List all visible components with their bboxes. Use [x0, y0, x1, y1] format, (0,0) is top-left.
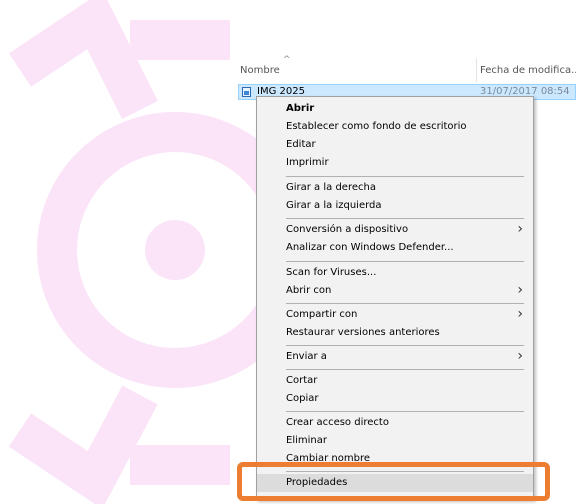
- menu-separator: [286, 176, 524, 177]
- menu-item-label: Copiar: [286, 393, 319, 404]
- menu-item-abrir[interactable]: Abrir: [257, 100, 533, 118]
- menu-item-label: Abrir con: [286, 285, 332, 296]
- menu-item-scan-viruses[interactable]: Scan for Viruses...: [257, 264, 533, 282]
- menu-item-label: Scan for Viruses...: [286, 267, 377, 278]
- menu-separator: [286, 345, 524, 346]
- menu-separator: [286, 218, 524, 219]
- menu-item-label: Analizar con Windows Defender...: [286, 242, 454, 253]
- menu-item-imprimir[interactable]: Imprimir: [257, 154, 533, 172]
- menu-item-enviar-a[interactable]: Enviar a ›: [257, 348, 533, 366]
- menu-item-copiar[interactable]: Copiar: [257, 390, 533, 408]
- column-header-name[interactable]: Nombre: [240, 62, 280, 80]
- menu-item-compartir-con[interactable]: Compartir con ›: [257, 306, 533, 324]
- menu-item-editar[interactable]: Editar: [257, 136, 533, 154]
- menu-item-label: Abrir: [286, 103, 315, 114]
- menu-item-analizar-defender[interactable]: Analizar con Windows Defender...: [257, 239, 533, 257]
- menu-item-label: Establecer como fondo de escritorio: [286, 121, 467, 132]
- menu-item-label: Eliminar: [286, 435, 327, 446]
- menu-item-label: Editar: [286, 139, 316, 150]
- menu-item-label: Imprimir: [286, 157, 329, 168]
- menu-item-label: Girar a la derecha: [286, 182, 376, 193]
- image-file-icon: [242, 87, 251, 97]
- menu-item-label: Girar a la izquierda: [286, 200, 382, 211]
- menu-item-label: Conversión a dispositivo: [286, 224, 409, 235]
- menu-separator: [286, 303, 524, 304]
- menu-item-crear-acceso-directo[interactable]: Crear acceso directo: [257, 414, 533, 432]
- submenu-arrow-icon: ›: [517, 221, 523, 237]
- submenu-arrow-icon: ›: [517, 282, 523, 298]
- menu-item-label: Crear acceso directo: [286, 417, 389, 428]
- menu-item-cortar[interactable]: Cortar: [257, 372, 533, 390]
- menu-item-girar-derecha[interactable]: Girar a la derecha: [257, 179, 533, 197]
- menu-item-label: Compartir con: [286, 309, 358, 320]
- sort-ascending-icon: ^: [283, 55, 291, 65]
- menu-item-conversion-dispositivo[interactable]: Conversión a dispositivo ›: [257, 221, 533, 239]
- menu-separator: [286, 369, 524, 370]
- menu-item-abrir-con[interactable]: Abrir con ›: [257, 282, 533, 300]
- submenu-arrow-icon: ›: [517, 348, 523, 364]
- column-divider[interactable]: [476, 58, 477, 82]
- menu-item-girar-izquierda[interactable]: Girar a la izquierda: [257, 197, 533, 215]
- menu-item-establecer-fondo[interactable]: Establecer como fondo de escritorio: [257, 118, 533, 136]
- menu-item-label: Restaurar versiones anteriores: [286, 327, 440, 338]
- submenu-arrow-icon: ›: [517, 306, 523, 322]
- menu-separator: [286, 261, 524, 262]
- highlight-outline: [237, 462, 550, 501]
- menu-item-label: Enviar a: [286, 351, 327, 362]
- menu-item-eliminar[interactable]: Eliminar: [257, 432, 533, 450]
- menu-item-label: Cortar: [286, 375, 318, 386]
- column-header-date-modified[interactable]: Fecha de modifica...: [480, 62, 576, 80]
- context-menu: Abrir Establecer como fondo de escritori…: [256, 96, 534, 500]
- menu-separator: [286, 411, 524, 412]
- menu-item-restaurar-versiones[interactable]: Restaurar versiones anteriores: [257, 324, 533, 342]
